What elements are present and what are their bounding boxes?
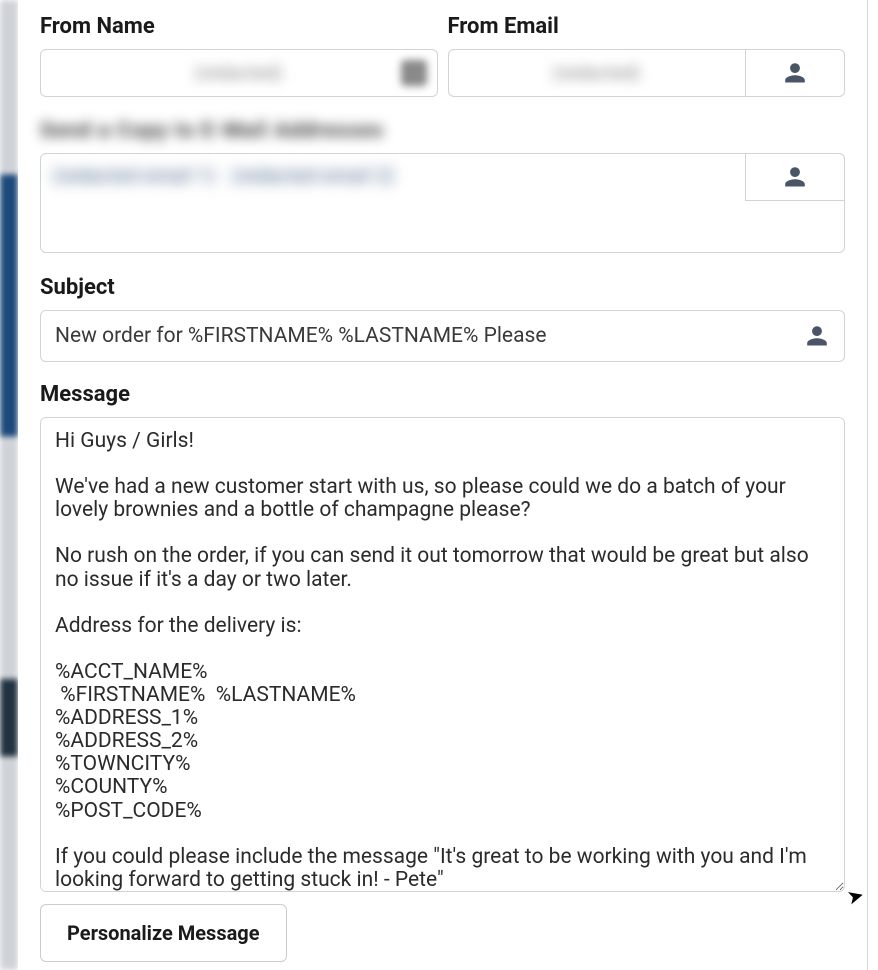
recipient-chip[interactable]: (redacted email 1)	[53, 164, 216, 187]
subject-input[interactable]	[40, 310, 845, 362]
message-label: Message	[40, 382, 845, 407]
from-name-clear-icon[interactable]	[401, 60, 427, 86]
person-icon	[783, 165, 807, 189]
person-icon	[805, 324, 829, 348]
background-sidebar-sliver	[0, 0, 18, 970]
person-icon	[783, 61, 807, 85]
subject-label: Subject	[40, 275, 845, 300]
from-name-input[interactable]: (redacted)	[40, 49, 438, 97]
from-email-person-button[interactable]	[745, 49, 845, 97]
from-email-label: From Email	[448, 14, 846, 39]
subject-person-button[interactable]	[799, 318, 835, 354]
send-copy-label: Send a Copy to E-Mail Addresses	[40, 119, 384, 143]
recipients-box[interactable]: (redacted email 1) (redacted email 2)	[40, 153, 845, 253]
recipient-chip[interactable]: (redacted email 2)	[232, 164, 395, 187]
from-email-input[interactable]: (redacted)	[448, 49, 746, 97]
email-compose-dialog: From Name (redacted) From Email (redacte…	[18, 0, 868, 970]
recipients-person-button[interactable]	[745, 153, 845, 201]
personalize-message-button[interactable]: Personalize Message	[40, 904, 287, 962]
from-name-label: From Name	[40, 14, 438, 39]
message-textarea[interactable]	[40, 417, 845, 892]
